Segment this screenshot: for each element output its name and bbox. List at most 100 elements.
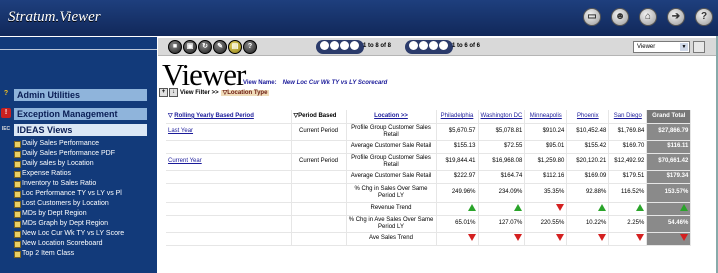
row-period-cell — [291, 215, 347, 233]
table-row: Ave Sales Trend — [166, 232, 692, 246]
value-cell: $112.16 — [524, 170, 568, 184]
col-grand-total: Grand Total — [646, 110, 692, 124]
trend-down-icon — [598, 233, 607, 241]
print-icon[interactable]: ■ — [168, 40, 182, 54]
admin-marker-icon: ? — [3, 90, 9, 97]
trend-cell — [436, 202, 479, 216]
row-group-cell — [166, 140, 292, 154]
ideas-marker-icon: IEC — [1, 126, 11, 132]
grand-total-cell: $116.11 — [646, 140, 692, 154]
location-header[interactable]: Location >> — [346, 110, 437, 124]
trend-up-icon — [598, 203, 607, 211]
viewer-select[interactable]: Viewer ▼ — [633, 41, 690, 53]
toolbar: ■ ▣ ↻ ✎ ▤ ? 1 to 8 of 8 1 to 6 of 6 View… — [158, 38, 718, 56]
table-row: Average Customer Sale Retail $155.13 $72.5… — [166, 140, 692, 154]
value-cell: $1,769.84 — [608, 123, 648, 141]
col-minneapolis[interactable]: Minneapolis — [524, 110, 568, 124]
viewer-go-button[interactable] — [693, 41, 705, 53]
column-pager[interactable] — [405, 40, 453, 54]
grand-total-cell: 153.57% — [646, 183, 692, 203]
trend-down-icon — [636, 233, 645, 241]
save-icon[interactable]: ▣ — [183, 40, 197, 54]
sidebar-item[interactable]: MDs by Dept Region — [14, 210, 87, 218]
refresh-icon[interactable]: ↻ — [198, 40, 212, 54]
logout-icon[interactable]: ➔ — [667, 8, 685, 26]
value-cell: $5,078.81 — [478, 123, 526, 141]
sidebar: ? Admin Utilities ! Exception Management… — [0, 37, 157, 273]
row-group-cell[interactable]: Current Year — [166, 153, 292, 171]
viewer-select-value: Viewer — [637, 44, 656, 50]
expand-icon[interactable]: + — [159, 88, 168, 97]
location-type-label: Location Type — [227, 90, 268, 96]
value-cell: $1,259.80 — [524, 153, 568, 171]
col-philadelphia[interactable]: Philadelphia — [436, 110, 479, 124]
row-pager[interactable] — [316, 40, 364, 54]
value-cell: $179.51 — [608, 170, 648, 184]
view-filter: View Filter >> ▽Location Type — [180, 89, 270, 96]
sidebar-item[interactable]: Daily sales by Location — [14, 160, 94, 168]
sort-icon[interactable]: ↓ — [169, 88, 178, 97]
value-cell: $95.01 — [524, 140, 568, 154]
view-filter-label[interactable]: View Filter >> — [180, 90, 219, 96]
sidebar-item[interactable]: Loc Performance TY vs LY vs Pl — [14, 190, 122, 198]
sidebar-section-exception[interactable]: Exception Management — [14, 108, 147, 120]
row-metric-cell: Profile Group Customer Sales Retail — [346, 153, 437, 171]
col-san-diego[interactable]: San Diego — [608, 110, 648, 124]
value-cell: $72.55 — [478, 140, 526, 154]
row-group-cell[interactable]: Last Year — [166, 123, 292, 141]
table-header-row: ▽ Rolling Yearly Based Period ▽Period Ba… — [166, 110, 692, 124]
sidebar-item[interactable]: Top 2 Item Class — [13, 250, 74, 258]
toolbar-help-icon[interactable]: ? — [243, 40, 257, 54]
users-icon[interactable]: ☻ — [611, 8, 629, 26]
view-name-label: View Name: — [243, 80, 277, 86]
col-phoenix[interactable]: Phoenix — [566, 110, 610, 124]
col-washington[interactable]: Washington DC — [478, 110, 526, 124]
monitor-icon[interactable]: ▭ — [583, 8, 601, 26]
sidebar-section-admin[interactable]: Admin Utilities — [14, 89, 147, 101]
value-cell: 116.52% — [608, 183, 648, 203]
period-based-header[interactable]: ▽Period Based — [291, 110, 347, 124]
chart-icon[interactable]: ▤ — [228, 40, 242, 54]
grand-total-cell: $27,866.79 — [646, 123, 692, 141]
row-group-cell — [166, 170, 292, 184]
row-period-cell — [291, 232, 347, 246]
location-type-filter[interactable]: ▽Location Type — [220, 90, 270, 96]
trend-down-icon — [680, 233, 689, 241]
sidebar-item[interactable]: MDs Graph by Dept Region — [14, 220, 108, 228]
trend-cell — [566, 202, 610, 216]
sidebar-item[interactable]: Daily Sales Performance — [13, 140, 99, 148]
trend-up-icon — [514, 203, 523, 211]
value-cell: $169.70 — [608, 140, 648, 154]
help-icon[interactable]: ? — [695, 8, 713, 26]
sidebar-item[interactable]: New Loc Cur Wk TY vs LY Score — [13, 230, 124, 238]
row-page-info: 1 to 8 of 8 — [363, 43, 392, 49]
row-period-cell — [291, 170, 347, 184]
value-cell: 234.09% — [478, 183, 526, 203]
sidebar-item[interactable]: New Location Scoreboard — [14, 240, 103, 248]
row-metric-cell: Profile Group Customer Sales Retail — [346, 123, 437, 141]
sidebar-divider — [0, 49, 157, 50]
home-icon[interactable]: ⌂ — [639, 8, 657, 26]
grand-total-cell: $70,661.42 — [646, 153, 692, 171]
rolling-period-header[interactable]: ▽ Rolling Yearly Based Period — [166, 110, 292, 124]
view-name-value: New Loc Cur Wk TY vs LY Scorecard — [282, 80, 388, 86]
sidebar-item[interactable]: Expense Ratios — [13, 170, 71, 178]
value-cell: 92.88% — [566, 183, 610, 203]
sidebar-item[interactable]: Daily Sales Performance PDF — [14, 150, 115, 158]
trend-cell — [436, 232, 479, 246]
sidebar-section-ideas[interactable]: IDEAS Views — [14, 124, 147, 136]
value-cell: $5,670.57 — [436, 123, 479, 141]
value-cell: $20,120.21 — [566, 153, 610, 171]
value-cell: 127.07% — [478, 215, 526, 233]
trend-up-icon — [636, 203, 645, 211]
grand-total-cell: 54.46% — [646, 215, 692, 233]
sidebar-item[interactable]: Lost Customers by Location — [14, 200, 109, 208]
app-header: Stratum.Viewer ▭ ☻ ⌂ ➔ ? — [0, 0, 718, 36]
export-icon[interactable]: ✎ — [213, 40, 227, 54]
value-cell: $155.42 — [566, 140, 610, 154]
sidebar-item[interactable]: Inventory to Sales Ratio — [13, 180, 96, 188]
row-group-cell — [166, 232, 292, 246]
row-metric-cell: Average Customer Sale Retail — [346, 140, 437, 154]
filter-row: + ↓ View Filter >> ▽Location Type — [158, 88, 358, 100]
value-cell: 249.96% — [436, 183, 479, 203]
